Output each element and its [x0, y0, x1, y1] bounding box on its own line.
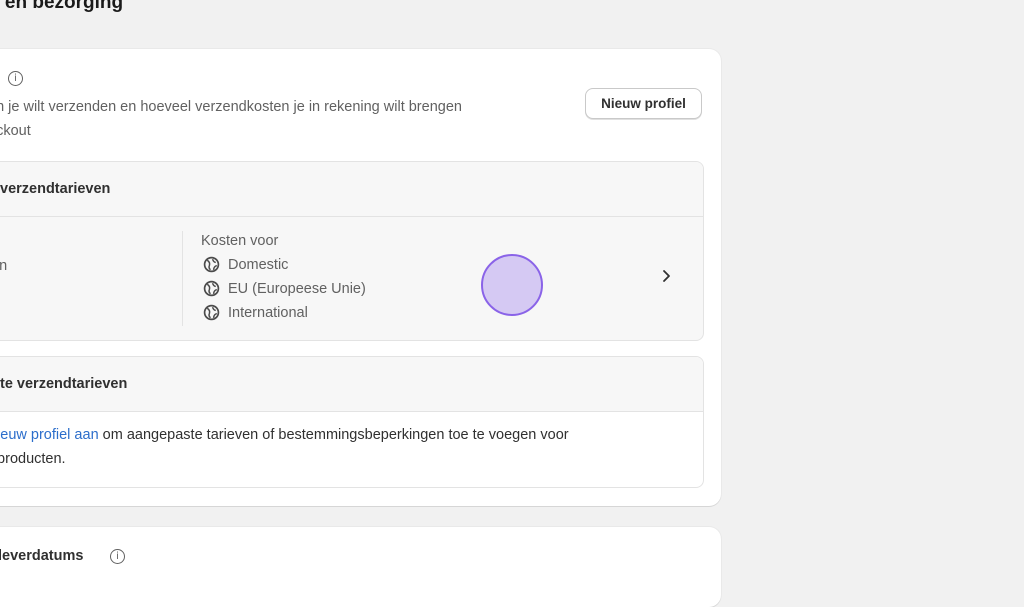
- info-icon[interactable]: i: [8, 71, 23, 86]
- zone-domestic: Domestic: [203, 256, 288, 273]
- description-line-2: eckout: [0, 123, 31, 139]
- shipping-description: en je wilt verzenden en hoeveel verzendk…: [0, 95, 563, 143]
- page-title: g en bezorging: [0, 0, 124, 13]
- chevron-right-icon[interactable]: [659, 269, 673, 283]
- zone-eu: EU (Europeese Unie): [203, 280, 366, 297]
- globe-icon: [203, 304, 220, 321]
- general-rates-left-label: en: [0, 258, 7, 274]
- custom-rates-heading: te verzendtarieven: [0, 357, 703, 412]
- description-line-1: en je wilt verzenden en hoeveel verzendk…: [0, 99, 462, 115]
- zone-label: International: [228, 304, 308, 321]
- vertical-divider: [182, 231, 183, 326]
- custom-rates-section: te verzendtarieven nieuw profiel aan om …: [0, 356, 704, 488]
- general-rates-section[interactable]: verzendtarieven en Kosten voor Domestic …: [0, 161, 704, 341]
- new-profile-button[interactable]: Nieuw profiel: [585, 88, 702, 119]
- create-profile-link[interactable]: nieuw profiel aan: [0, 427, 99, 443]
- zone-label: EU (Europeese Unie): [228, 280, 366, 297]
- delivery-dates-card: [0, 527, 721, 607]
- globe-icon: [203, 256, 220, 273]
- custom-rates-text-rest: om aangepaste tarieven of bestemmingsbep…: [98, 427, 569, 443]
- costs-for-label: Kosten voor: [201, 233, 279, 249]
- general-rates-heading: verzendtarieven: [0, 162, 703, 217]
- globe-icon: [203, 280, 220, 297]
- info-icon[interactable]: i: [110, 549, 125, 564]
- delivery-dates-title: leverdatums: [0, 548, 84, 564]
- custom-rates-text-line2: f producten.: [0, 451, 66, 467]
- custom-rates-text: nieuw profiel aan om aangepaste tarieven…: [0, 423, 689, 471]
- zone-label: Domestic: [228, 256, 289, 273]
- cursor-indicator: [481, 254, 543, 316]
- zone-international: International: [203, 304, 308, 321]
